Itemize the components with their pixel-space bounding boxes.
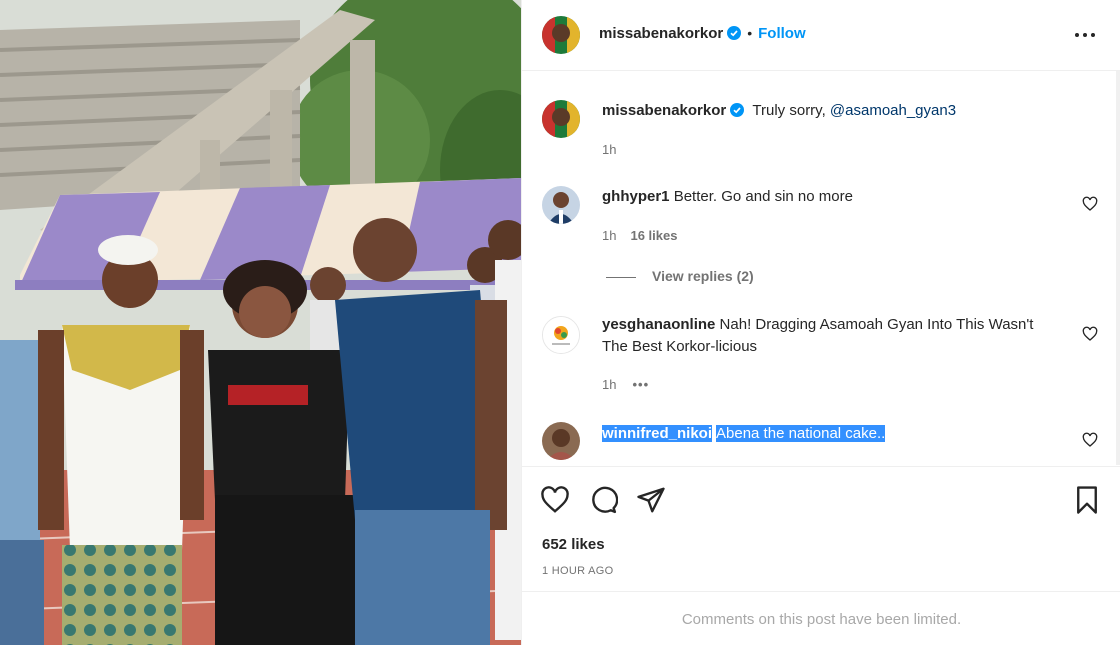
share-button[interactable]: [636, 485, 666, 515]
caption-comment: missabenakorkor Truly sorry, @asamoah_gy…: [522, 100, 1102, 170]
caption-avatar-image: [542, 100, 580, 138]
header-separator: •: [747, 25, 753, 41]
post-timestamp[interactable]: 1 HOUR AGO: [542, 565, 613, 577]
heart-icon: [1082, 196, 1098, 211]
post-actions-section: 652 likes 1 HOUR AGO Comments on this po…: [522, 466, 1120, 645]
heart-icon: [1082, 326, 1098, 341]
view-replies-line: [606, 276, 636, 278]
caption-username[interactable]: missabenakorkor: [602, 102, 726, 119]
comment-avatar[interactable]: [542, 422, 580, 460]
post-detail-panel: missabenakorkor • Follow missabenakorkor T…: [521, 0, 1120, 645]
comments-limited-notice: Comments on this post have been limited.: [522, 591, 1120, 645]
comment-button[interactable]: [588, 485, 619, 515]
share-icon: [637, 487, 665, 513]
header-author-row: missabenakorkor • Follow: [599, 25, 806, 43]
comment-item: ghhyper1 Better. Go and sin no more 1h 16…: [522, 186, 1102, 246]
comment-item: yesghanaonline Nah! Dragging Asamoah Gya…: [522, 314, 1102, 394]
caption-body: Truly sorry,: [752, 102, 830, 119]
view-replies-button[interactable]: View replies (2): [606, 268, 754, 284]
heart-icon: [541, 486, 569, 513]
verified-badge-icon: [730, 102, 745, 117]
caption-mention-link[interactable]: @asamoah_gyan3: [830, 102, 956, 119]
comment-avatar-image: [543, 317, 579, 353]
comment-time[interactable]: 1h: [602, 228, 616, 243]
caption-time[interactable]: 1h: [602, 142, 616, 157]
comment-options-button[interactable]: •••: [632, 377, 649, 392]
like-button[interactable]: [540, 485, 570, 515]
bookmark-icon: [1077, 486, 1097, 514]
comment-username[interactable]: yesghanaonline: [602, 316, 715, 333]
comment-body: Better. Go and sin no more: [673, 188, 853, 205]
save-button[interactable]: [1072, 485, 1102, 515]
comment-text: winnifred_nikoi Abena the national cake..: [602, 423, 1042, 445]
comment-like-button[interactable]: [1082, 432, 1098, 448]
author-avatar-image: [542, 16, 580, 54]
verified-badge-icon: [727, 26, 742, 40]
comment-avatar[interactable]: [542, 316, 580, 354]
author-avatar[interactable]: [542, 16, 580, 54]
caption-meta: 1h: [602, 142, 616, 157]
comment-like-button[interactable]: [1082, 196, 1098, 212]
view-replies-label: View replies (2): [652, 268, 754, 284]
caption-avatar[interactable]: [542, 100, 580, 138]
comment-like-button[interactable]: [1082, 326, 1098, 342]
caption-text: missabenakorkor Truly sorry, @asamoah_gy…: [602, 100, 1042, 122]
comment-item: winnifred_nikoi Abena the national cake..: [522, 422, 1102, 462]
comment-time[interactable]: 1h: [602, 377, 616, 392]
author-username[interactable]: missabenakorkor: [599, 25, 723, 42]
comment-meta: 1h 16 likes: [602, 228, 677, 243]
comment-avatar[interactable]: [542, 186, 580, 224]
follow-button[interactable]: Follow: [758, 25, 806, 42]
comment-avatar-image: [542, 186, 580, 224]
comment-username[interactable]: winnifred_nikoi: [602, 425, 713, 442]
heart-icon: [1082, 432, 1098, 447]
comment-avatar-image: [542, 422, 580, 460]
comment-text: ghhyper1 Better. Go and sin no more: [602, 186, 1042, 208]
comment-meta: 1h •••: [602, 377, 649, 392]
comment-icon: [592, 486, 619, 514]
post-likes-count[interactable]: 652 likes: [542, 536, 605, 553]
post-image: [0, 0, 521, 645]
post-photo[interactable]: [0, 0, 521, 645]
comment-text: yesghanaonline Nah! Dragging Asamoah Gya…: [602, 314, 1042, 358]
comment-username[interactable]: ghhyper1: [602, 188, 670, 205]
scrollbar[interactable]: [1116, 70, 1120, 465]
post-header: missabenakorkor • Follow: [522, 0, 1120, 71]
comment-likes[interactable]: 16 likes: [630, 228, 677, 243]
more-icon: [1075, 33, 1095, 37]
more-options-button[interactable]: [1073, 25, 1097, 45]
comment-body: Abena the national cake..: [716, 425, 886, 442]
